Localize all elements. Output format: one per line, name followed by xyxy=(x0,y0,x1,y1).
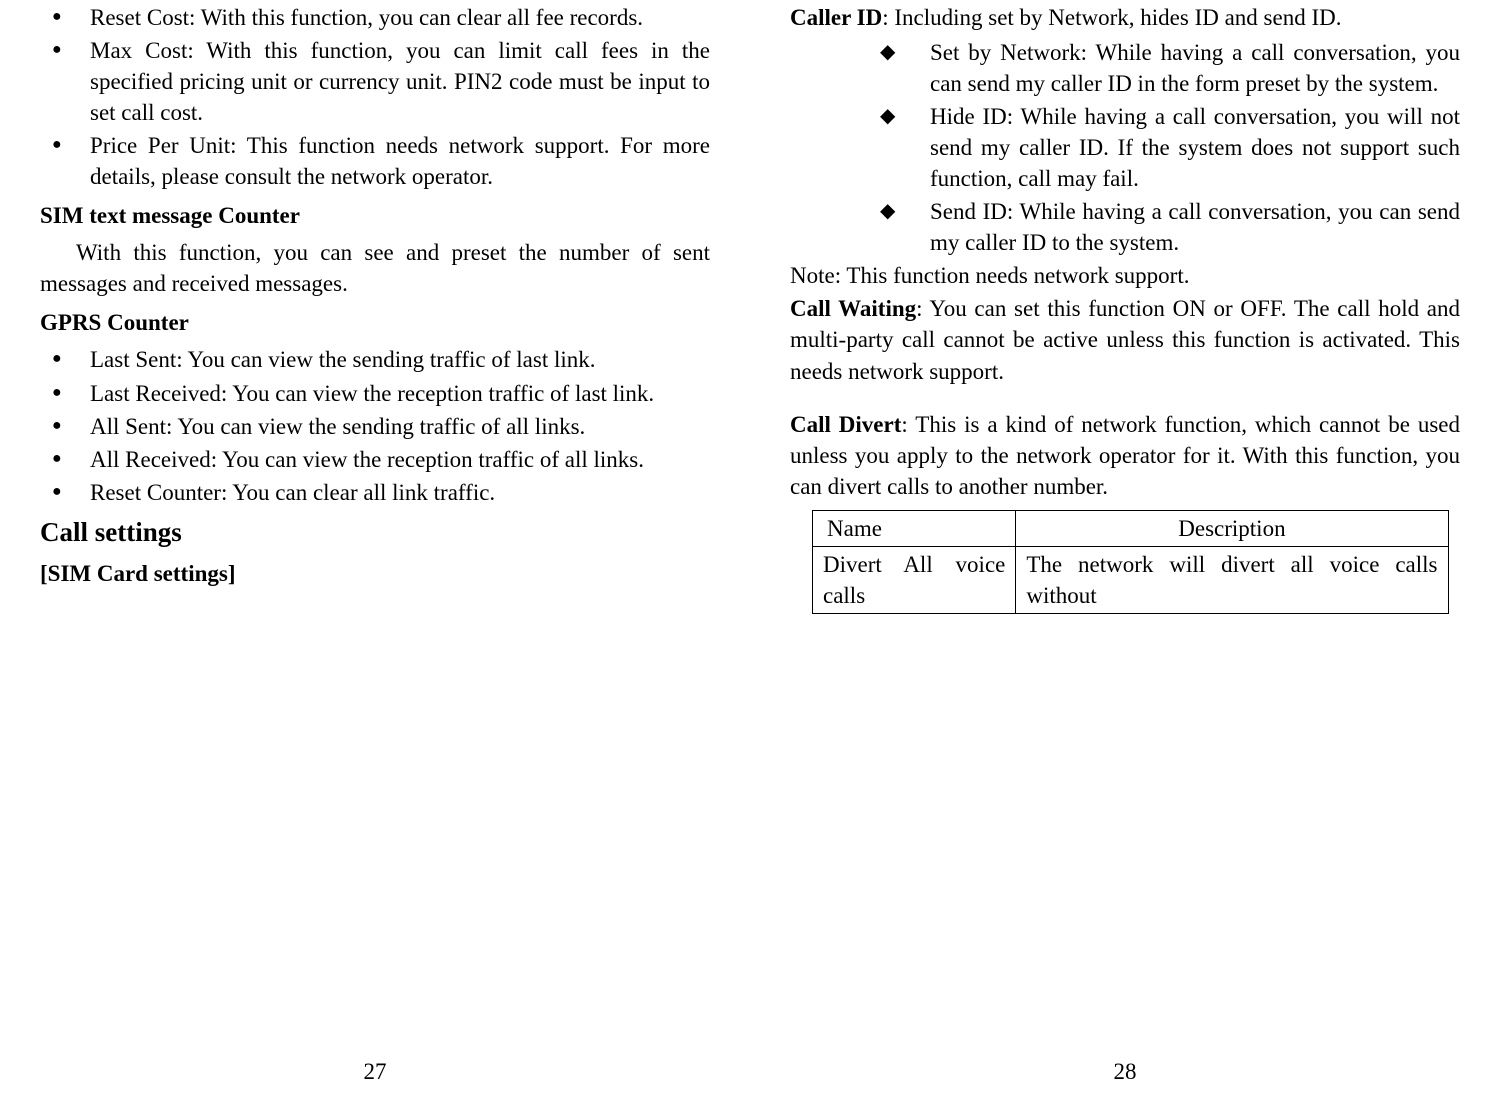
list-item: Last Sent: You can view the sending traf… xyxy=(90,344,710,375)
list-item: Reset Cost: With this function, you can … xyxy=(90,2,710,33)
call-settings-heading: Call settings xyxy=(40,514,710,550)
caller-id-label: Caller ID xyxy=(790,5,882,30)
spacer xyxy=(790,391,1460,409)
list-item: Set by Network: While having a call conv… xyxy=(930,37,1460,99)
left-content: Reset Cost: With this function, you can … xyxy=(40,0,710,589)
table-row: Name Description xyxy=(813,510,1449,546)
table-row: Divert All voice calls The network will … xyxy=(813,546,1449,613)
sim-card-settings-heading: [SIM Card settings] xyxy=(40,558,710,589)
right-page: Caller ID: Including set by Network, hid… xyxy=(750,0,1500,1107)
list-item: Max Cost: With this function, you can li… xyxy=(90,35,710,128)
list-item: All Received: You can view the reception… xyxy=(90,444,710,475)
list-item: Reset Counter: You can clear all link tr… xyxy=(90,477,710,508)
call-waiting-para: Call Waiting: You can set this function … xyxy=(790,293,1460,386)
bullet-list-2: Last Sent: You can view the sending traf… xyxy=(40,344,710,507)
caller-id-text: : Including set by Network, hides ID and… xyxy=(882,5,1341,30)
diamond-list: Set by Network: While having a call conv… xyxy=(790,37,1460,258)
right-content: Caller ID: Including set by Network, hid… xyxy=(790,0,1460,614)
bullet-list-1: Reset Cost: With this function, you can … xyxy=(40,2,710,192)
left-page: Reset Cost: With this function, you can … xyxy=(0,0,750,1107)
table-header-name: Name xyxy=(813,510,1016,546)
sim-counter-heading: SIM text message Counter xyxy=(40,200,710,231)
page-number: 27 xyxy=(364,1056,387,1087)
list-item: Send ID: While having a call conversatio… xyxy=(930,196,1460,258)
call-waiting-label: Call Waiting xyxy=(790,296,916,321)
list-item: Last Received: You can view the receptio… xyxy=(90,378,710,409)
list-item: All Sent: You can view the sending traff… xyxy=(90,411,710,442)
gprs-counter-heading: GPRS Counter xyxy=(40,307,710,338)
table-cell-name: Divert All voice calls xyxy=(813,546,1016,613)
divert-table: Name Description Divert All voice calls … xyxy=(812,510,1449,614)
table-header-desc: Description xyxy=(1016,510,1448,546)
table-cell-desc: The network will divert all voice calls … xyxy=(1016,546,1448,613)
caller-id-para: Caller ID: Including set by Network, hid… xyxy=(790,2,1460,33)
sim-counter-para: With this function, you can see and pres… xyxy=(40,237,710,299)
call-divert-label: Call Divert xyxy=(790,412,901,437)
list-item: Price Per Unit: This function needs netw… xyxy=(90,130,710,192)
call-divert-para: Call Divert: This is a kind of network f… xyxy=(790,409,1460,502)
note-text: Note: This function needs network suppor… xyxy=(790,260,1460,291)
page-number: 28 xyxy=(1114,1056,1137,1087)
list-item: Hide ID: While having a call conversatio… xyxy=(930,101,1460,194)
